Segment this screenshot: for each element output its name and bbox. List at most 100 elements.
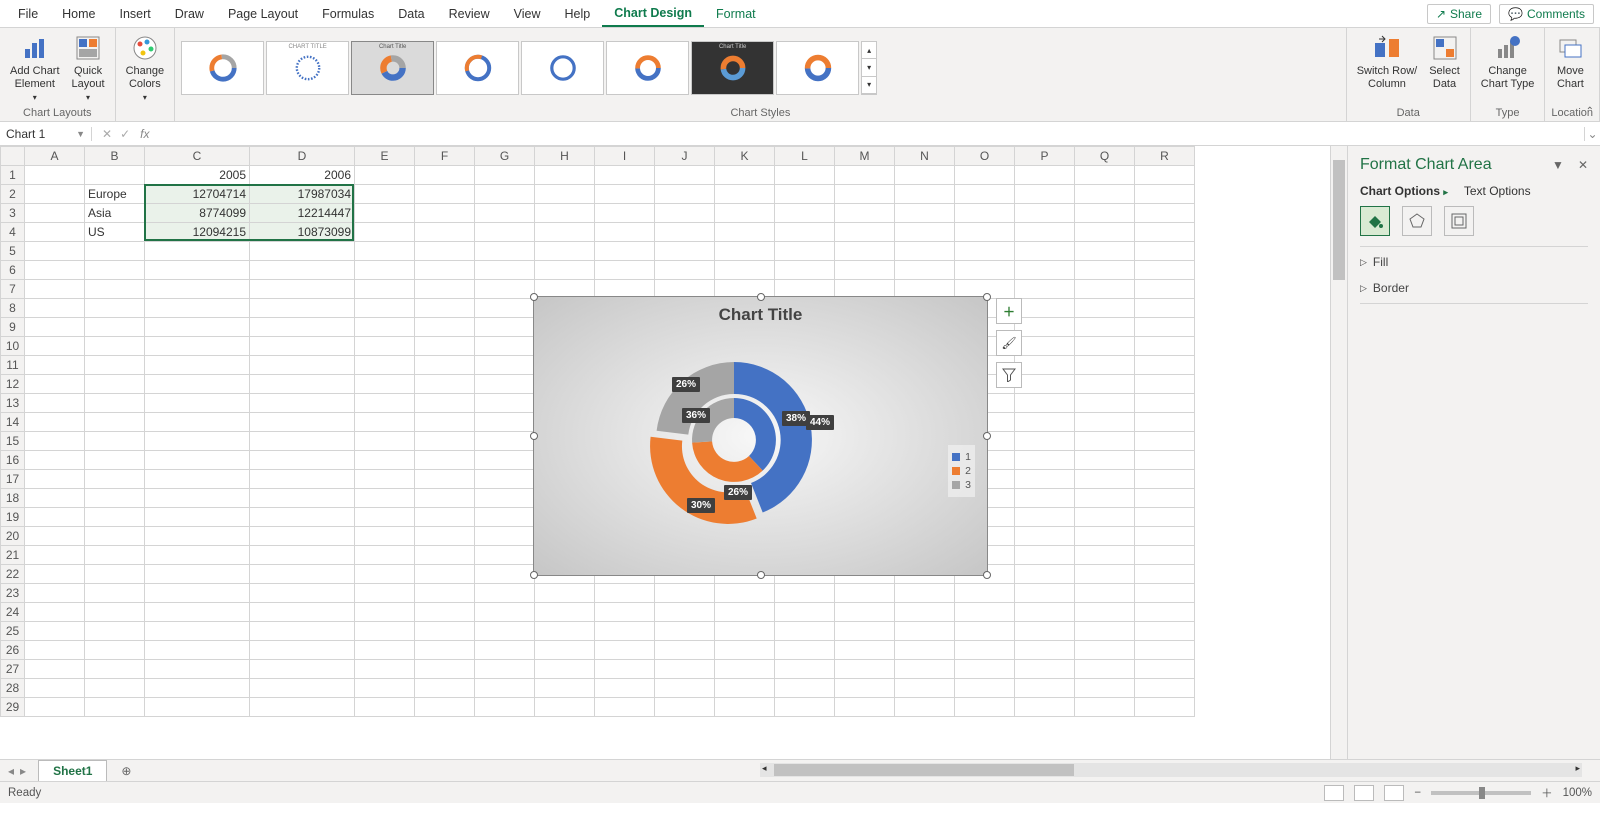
cell-D27[interactable] (250, 660, 355, 679)
cell-D25[interactable] (250, 622, 355, 641)
cell-G17[interactable] (475, 470, 535, 489)
cell-M2[interactable] (835, 185, 895, 204)
cell-G6[interactable] (475, 261, 535, 280)
page-break-view-button[interactable] (1384, 785, 1404, 801)
cell-P7[interactable] (1015, 280, 1075, 299)
cell-D24[interactable] (250, 603, 355, 622)
cell-B7[interactable] (85, 280, 145, 299)
switch-row-column-button[interactable]: Switch Row/ Column (1353, 31, 1422, 93)
cell-K1[interactable] (715, 166, 775, 185)
row-header-8[interactable]: 8 (1, 299, 25, 318)
tab-format[interactable]: Format (704, 2, 768, 26)
row-header-12[interactable]: 12 (1, 375, 25, 394)
cell-E17[interactable] (355, 470, 415, 489)
cell-A7[interactable] (25, 280, 85, 299)
cell-R7[interactable] (1135, 280, 1195, 299)
cell-I2[interactable] (595, 185, 655, 204)
cell-C6[interactable] (145, 261, 250, 280)
cell-P1[interactable] (1015, 166, 1075, 185)
cell-F16[interactable] (415, 451, 475, 470)
cell-D4[interactable]: 10873099 (250, 223, 355, 242)
chart-style-6[interactable] (606, 41, 689, 95)
cell-Q22[interactable] (1075, 565, 1135, 584)
cell-L24[interactable] (775, 603, 835, 622)
cell-B26[interactable] (85, 641, 145, 660)
cell-L23[interactable] (775, 584, 835, 603)
cell-C21[interactable] (145, 546, 250, 565)
cell-R29[interactable] (1135, 698, 1195, 717)
cell-C23[interactable] (145, 584, 250, 603)
comments-button[interactable]: 💬Comments (1499, 4, 1594, 24)
cell-J5[interactable] (655, 242, 715, 261)
cell-B17[interactable] (85, 470, 145, 489)
move-chart-button[interactable]: Move Chart (1551, 31, 1589, 93)
cell-F25[interactable] (415, 622, 475, 641)
cell-P3[interactable] (1015, 204, 1075, 223)
cell-E10[interactable] (355, 337, 415, 356)
tab-view[interactable]: View (502, 2, 553, 26)
cell-O4[interactable] (955, 223, 1015, 242)
cell-M6[interactable] (835, 261, 895, 280)
prev-sheet-button[interactable]: ◂ (8, 764, 14, 778)
cell-C16[interactable] (145, 451, 250, 470)
cell-F27[interactable] (415, 660, 475, 679)
cell-P24[interactable] (1015, 603, 1075, 622)
cell-C14[interactable] (145, 413, 250, 432)
cell-R12[interactable] (1135, 375, 1195, 394)
cell-P14[interactable] (1015, 413, 1075, 432)
cell-C19[interactable] (145, 508, 250, 527)
cell-K29[interactable] (715, 698, 775, 717)
chart-options-tab[interactable]: Chart Options ▸ (1360, 184, 1448, 198)
cell-F22[interactable] (415, 565, 475, 584)
cell-K6[interactable] (715, 261, 775, 280)
cell-B15[interactable] (85, 432, 145, 451)
row-header-7[interactable]: 7 (1, 280, 25, 299)
cell-N26[interactable] (895, 641, 955, 660)
cell-A16[interactable] (25, 451, 85, 470)
cell-J29[interactable] (655, 698, 715, 717)
column-header-R[interactable]: R (1135, 147, 1195, 166)
cell-F1[interactable] (415, 166, 475, 185)
cell-H24[interactable] (535, 603, 595, 622)
cell-F19[interactable] (415, 508, 475, 527)
column-header-D[interactable]: D (250, 147, 355, 166)
cell-R21[interactable] (1135, 546, 1195, 565)
cell-C17[interactable] (145, 470, 250, 489)
gallery-more-button[interactable]: ▾ (862, 77, 876, 94)
cell-O2[interactable] (955, 185, 1015, 204)
cell-Q27[interactable] (1075, 660, 1135, 679)
cell-P22[interactable] (1015, 565, 1075, 584)
column-header-O[interactable]: O (955, 147, 1015, 166)
cell-H3[interactable] (535, 204, 595, 223)
cell-N1[interactable] (895, 166, 955, 185)
cell-E4[interactable] (355, 223, 415, 242)
cell-B25[interactable] (85, 622, 145, 641)
cell-D11[interactable] (250, 356, 355, 375)
cell-R20[interactable] (1135, 527, 1195, 546)
cell-I3[interactable] (595, 204, 655, 223)
cell-O24[interactable] (955, 603, 1015, 622)
tab-data[interactable]: Data (386, 2, 436, 26)
cell-E29[interactable] (355, 698, 415, 717)
cell-E9[interactable] (355, 318, 415, 337)
cell-E18[interactable] (355, 489, 415, 508)
cell-E26[interactable] (355, 641, 415, 660)
cell-B21[interactable] (85, 546, 145, 565)
cell-Q14[interactable] (1075, 413, 1135, 432)
cell-R9[interactable] (1135, 318, 1195, 337)
row-header-24[interactable]: 24 (1, 603, 25, 622)
cell-C24[interactable] (145, 603, 250, 622)
cell-Q5[interactable] (1075, 242, 1135, 261)
cell-M3[interactable] (835, 204, 895, 223)
cell-B22[interactable] (85, 565, 145, 584)
cell-M26[interactable] (835, 641, 895, 660)
tab-help[interactable]: Help (553, 2, 603, 26)
cell-F4[interactable] (415, 223, 475, 242)
cell-D13[interactable] (250, 394, 355, 413)
cell-P20[interactable] (1015, 527, 1075, 546)
cell-M5[interactable] (835, 242, 895, 261)
cell-R17[interactable] (1135, 470, 1195, 489)
cell-J26[interactable] (655, 641, 715, 660)
cell-G19[interactable] (475, 508, 535, 527)
cell-E14[interactable] (355, 413, 415, 432)
